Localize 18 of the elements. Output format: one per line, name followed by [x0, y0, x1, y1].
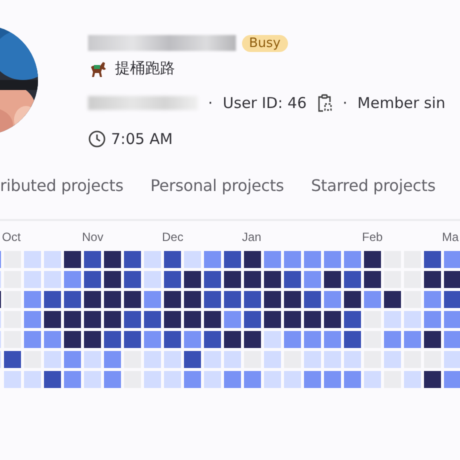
clock-icon: [88, 130, 106, 148]
separator-dot: ·: [342, 94, 348, 112]
status-badge: Busy: [242, 34, 288, 52]
month-label: Dec: [162, 229, 184, 245]
member-since: Member sin: [357, 94, 446, 112]
copy-icon[interactable]: [316, 94, 333, 112]
status-message: 提桶跑路: [115, 58, 175, 78]
month-label: Oct: [2, 229, 21, 245]
tab[interactable]: Personal projects: [150, 175, 284, 219]
local-time: 7:05 AM: [111, 130, 173, 148]
month-label: Jan: [242, 229, 262, 245]
tab[interactable]: ributed projects: [0, 175, 124, 219]
separator-dot: ·: [208, 94, 213, 112]
month-label: Ma: [442, 229, 459, 245]
month-label: Nov: [82, 229, 104, 245]
user-id: User ID: 46: [222, 94, 307, 112]
month-label: Feb: [362, 229, 383, 245]
tab[interactable]: Starred projects: [310, 175, 436, 219]
